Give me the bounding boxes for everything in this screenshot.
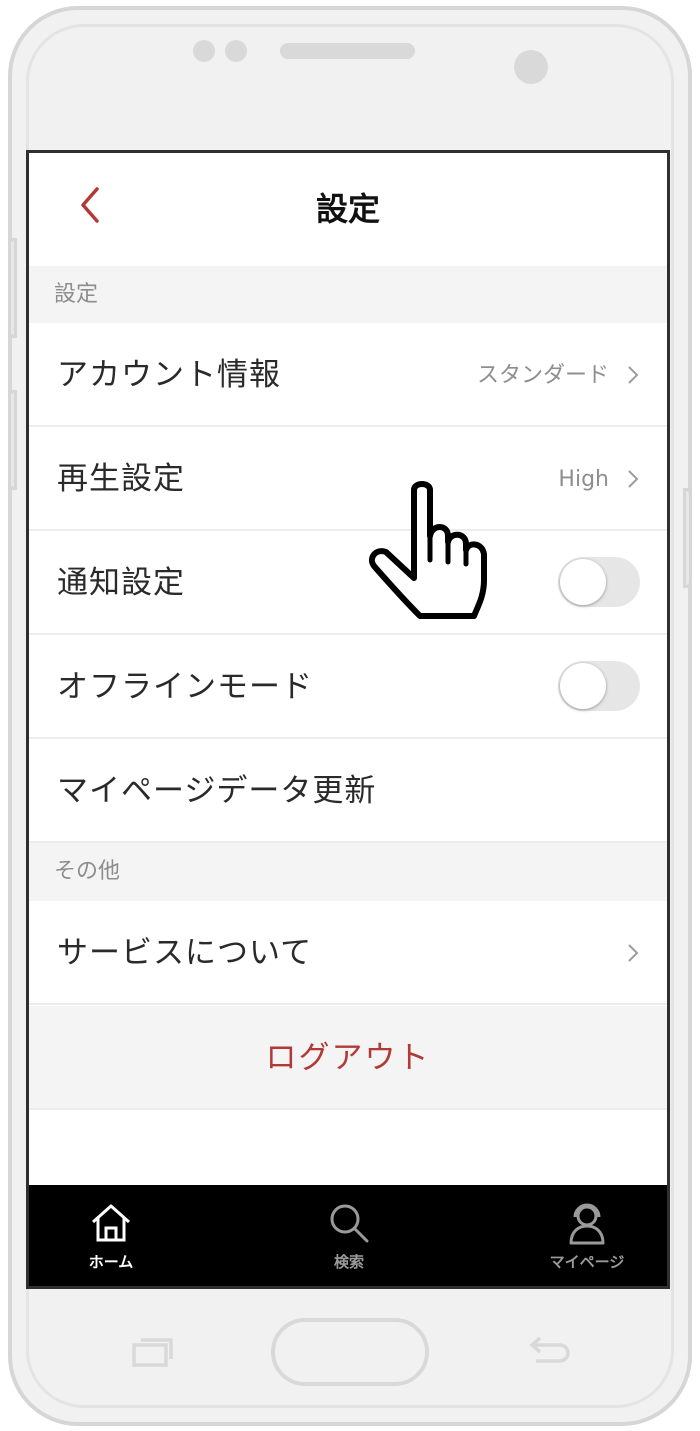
volume-up-button: [8, 238, 17, 338]
row-label: マイページデータ更新: [57, 773, 377, 809]
refresh-mypage-data-row[interactable]: マイページデータ更新: [29, 739, 667, 843]
sensor-dot: [193, 40, 215, 62]
toggle-knob: [560, 559, 606, 605]
tab-label: マイページ: [549, 1253, 625, 1271]
user-headset-icon: [569, 1203, 605, 1245]
bottom-tab-bar: ホーム 検索 マイページ: [29, 1185, 667, 1286]
power-button: [683, 488, 692, 588]
row-label: 再生設定: [57, 461, 185, 497]
notification-settings-row: 通知設定: [29, 531, 667, 635]
row-value: High: [558, 467, 609, 492]
account-info-row[interactable]: アカウント情報 スタンダード: [29, 323, 667, 427]
back-arrow-icon[interactable]: [526, 1335, 570, 1367]
logout-section: ログアウト: [29, 1006, 667, 1110]
hardware-home-button[interactable]: [271, 1318, 429, 1386]
home-icon: [92, 1204, 130, 1242]
sensor-dot: [225, 40, 247, 62]
offline-mode-toggle[interactable]: [558, 661, 640, 711]
playback-settings-row[interactable]: 再生設定 High: [29, 427, 667, 531]
front-camera: [514, 50, 548, 84]
about-service-row[interactable]: サービスについて: [29, 901, 667, 1005]
chevron-right-icon: [628, 366, 639, 384]
navigation-bar: 設定: [29, 153, 667, 266]
row-value: スタンダード: [476, 363, 609, 388]
app-screen: 設定 設定 アカウント情報 スタンダード 再生設定 High 通知設定 オフライ…: [26, 150, 670, 1289]
tab-home[interactable]: ホーム: [31, 1185, 191, 1286]
tab-label: 検索: [333, 1253, 364, 1271]
row-label: アカウント情報: [57, 357, 281, 393]
row-label: 通知設定: [57, 565, 185, 601]
section-header-settings: 設定: [29, 266, 667, 323]
tab-mypage[interactable]: マイページ: [507, 1185, 667, 1286]
toggle-knob: [560, 663, 606, 709]
volume-down-button: [8, 390, 17, 490]
hand-pointer-icon: [368, 481, 487, 619]
chevron-right-icon: [628, 470, 639, 488]
search-icon: [330, 1204, 369, 1243]
chevron-right-icon: [628, 944, 639, 962]
offline-mode-row: オフラインモード: [29, 635, 667, 739]
row-label: サービスについて: [57, 935, 313, 971]
tab-search[interactable]: 検索: [269, 1185, 429, 1286]
earpiece-speaker: [280, 43, 415, 59]
page-title: 設定: [315, 190, 380, 228]
notification-toggle[interactable]: [558, 557, 640, 607]
logout-button[interactable]: ログアウト: [29, 1006, 667, 1110]
section-header-other: その他: [29, 843, 667, 901]
row-label: オフラインモード: [57, 669, 313, 705]
back-chevron-icon[interactable]: [69, 183, 109, 227]
tab-label: ホーム: [88, 1253, 134, 1271]
recent-apps-icon[interactable]: [132, 1337, 174, 1367]
